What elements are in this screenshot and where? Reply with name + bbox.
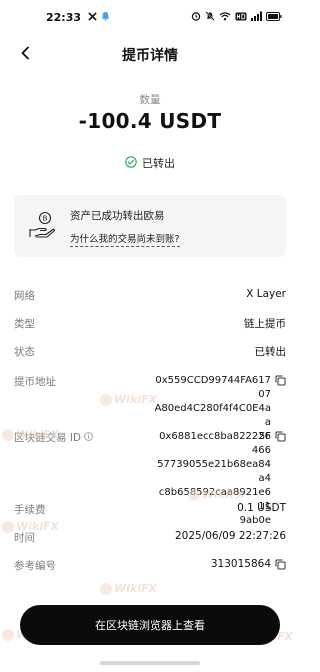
info-icon[interactable] bbox=[84, 431, 93, 444]
state-label: 状态 bbox=[14, 346, 35, 358]
amount-value: -100.4 USDT bbox=[78, 109, 222, 133]
page-title: 提币详情 bbox=[122, 48, 178, 64]
copy-txid-button[interactable] bbox=[275, 431, 286, 445]
notice-card: B 资产已成功转出欧易 为什么我的交易尚未到账? bbox=[14, 195, 286, 257]
check-circle-icon bbox=[125, 155, 137, 171]
network-value: X Layer bbox=[246, 288, 286, 300]
hd-icon bbox=[235, 12, 247, 21]
home-indicator[interactable] bbox=[100, 661, 200, 665]
notice-title: 资产已成功转出欧易 bbox=[70, 210, 165, 222]
type-label: 类型 bbox=[14, 318, 35, 330]
detail-row-network: 网络 X Layer bbox=[14, 288, 286, 302]
fee-value: 0.1 USDT bbox=[237, 502, 286, 514]
detail-row-type: 类型 链上提币 bbox=[14, 316, 286, 330]
view-on-explorer-button[interactable]: 在区块链浏览器上查看 bbox=[20, 605, 280, 645]
address-label: 提币地址 bbox=[14, 376, 56, 388]
detail-row-ref: 参考编号 313015864 bbox=[14, 558, 286, 572]
copy-ref-button[interactable] bbox=[275, 559, 286, 573]
wifi-icon bbox=[219, 11, 231, 21]
copy-icon bbox=[275, 559, 286, 570]
alarm-icon bbox=[191, 11, 201, 21]
network-label: 网络 bbox=[14, 290, 35, 302]
transfer-status: 已转出 bbox=[0, 155, 300, 171]
state-value: 已转出 bbox=[254, 346, 287, 358]
mute-icon bbox=[205, 11, 215, 21]
time-value: 2025/06/09 22:27:26 bbox=[174, 530, 286, 542]
copy-icon bbox=[275, 431, 286, 442]
watermark: WikiFX bbox=[100, 393, 157, 406]
signal-icon bbox=[251, 11, 262, 21]
ref-value: 313015864 bbox=[210, 558, 271, 570]
detail-row-fee: 手续费 0.1 USDT bbox=[14, 502, 286, 516]
watermark: WikiFX bbox=[2, 520, 59, 533]
transfer-status-label: 已转出 bbox=[142, 157, 175, 170]
battery-icon bbox=[266, 11, 282, 21]
copy-icon bbox=[275, 375, 286, 386]
watermark: WikiFX bbox=[2, 428, 59, 441]
app-x-icon bbox=[88, 11, 97, 21]
bell-icon bbox=[101, 11, 110, 21]
status-time: 22:33 bbox=[46, 11, 82, 24]
watermark: WikiFX bbox=[100, 582, 157, 595]
system-status-bar: 22:33 bbox=[0, 0, 300, 34]
fee-label: 手续费 bbox=[14, 504, 46, 516]
watermark: WikiFX bbox=[188, 488, 245, 501]
copy-address-button[interactable] bbox=[275, 375, 286, 389]
amount-label: 数量 bbox=[139, 94, 161, 106]
ref-label: 参考编号 bbox=[14, 560, 56, 572]
nav-bar: 提币详情 bbox=[0, 36, 300, 72]
hand-coin-icon: B bbox=[28, 210, 56, 244]
why-not-received-link[interactable]: 为什么我的交易尚未到账? bbox=[70, 231, 180, 247]
type-value: 链上提币 bbox=[244, 318, 286, 330]
svg-text:B: B bbox=[43, 215, 48, 223]
detail-row-state: 状态 已转出 bbox=[14, 344, 286, 358]
